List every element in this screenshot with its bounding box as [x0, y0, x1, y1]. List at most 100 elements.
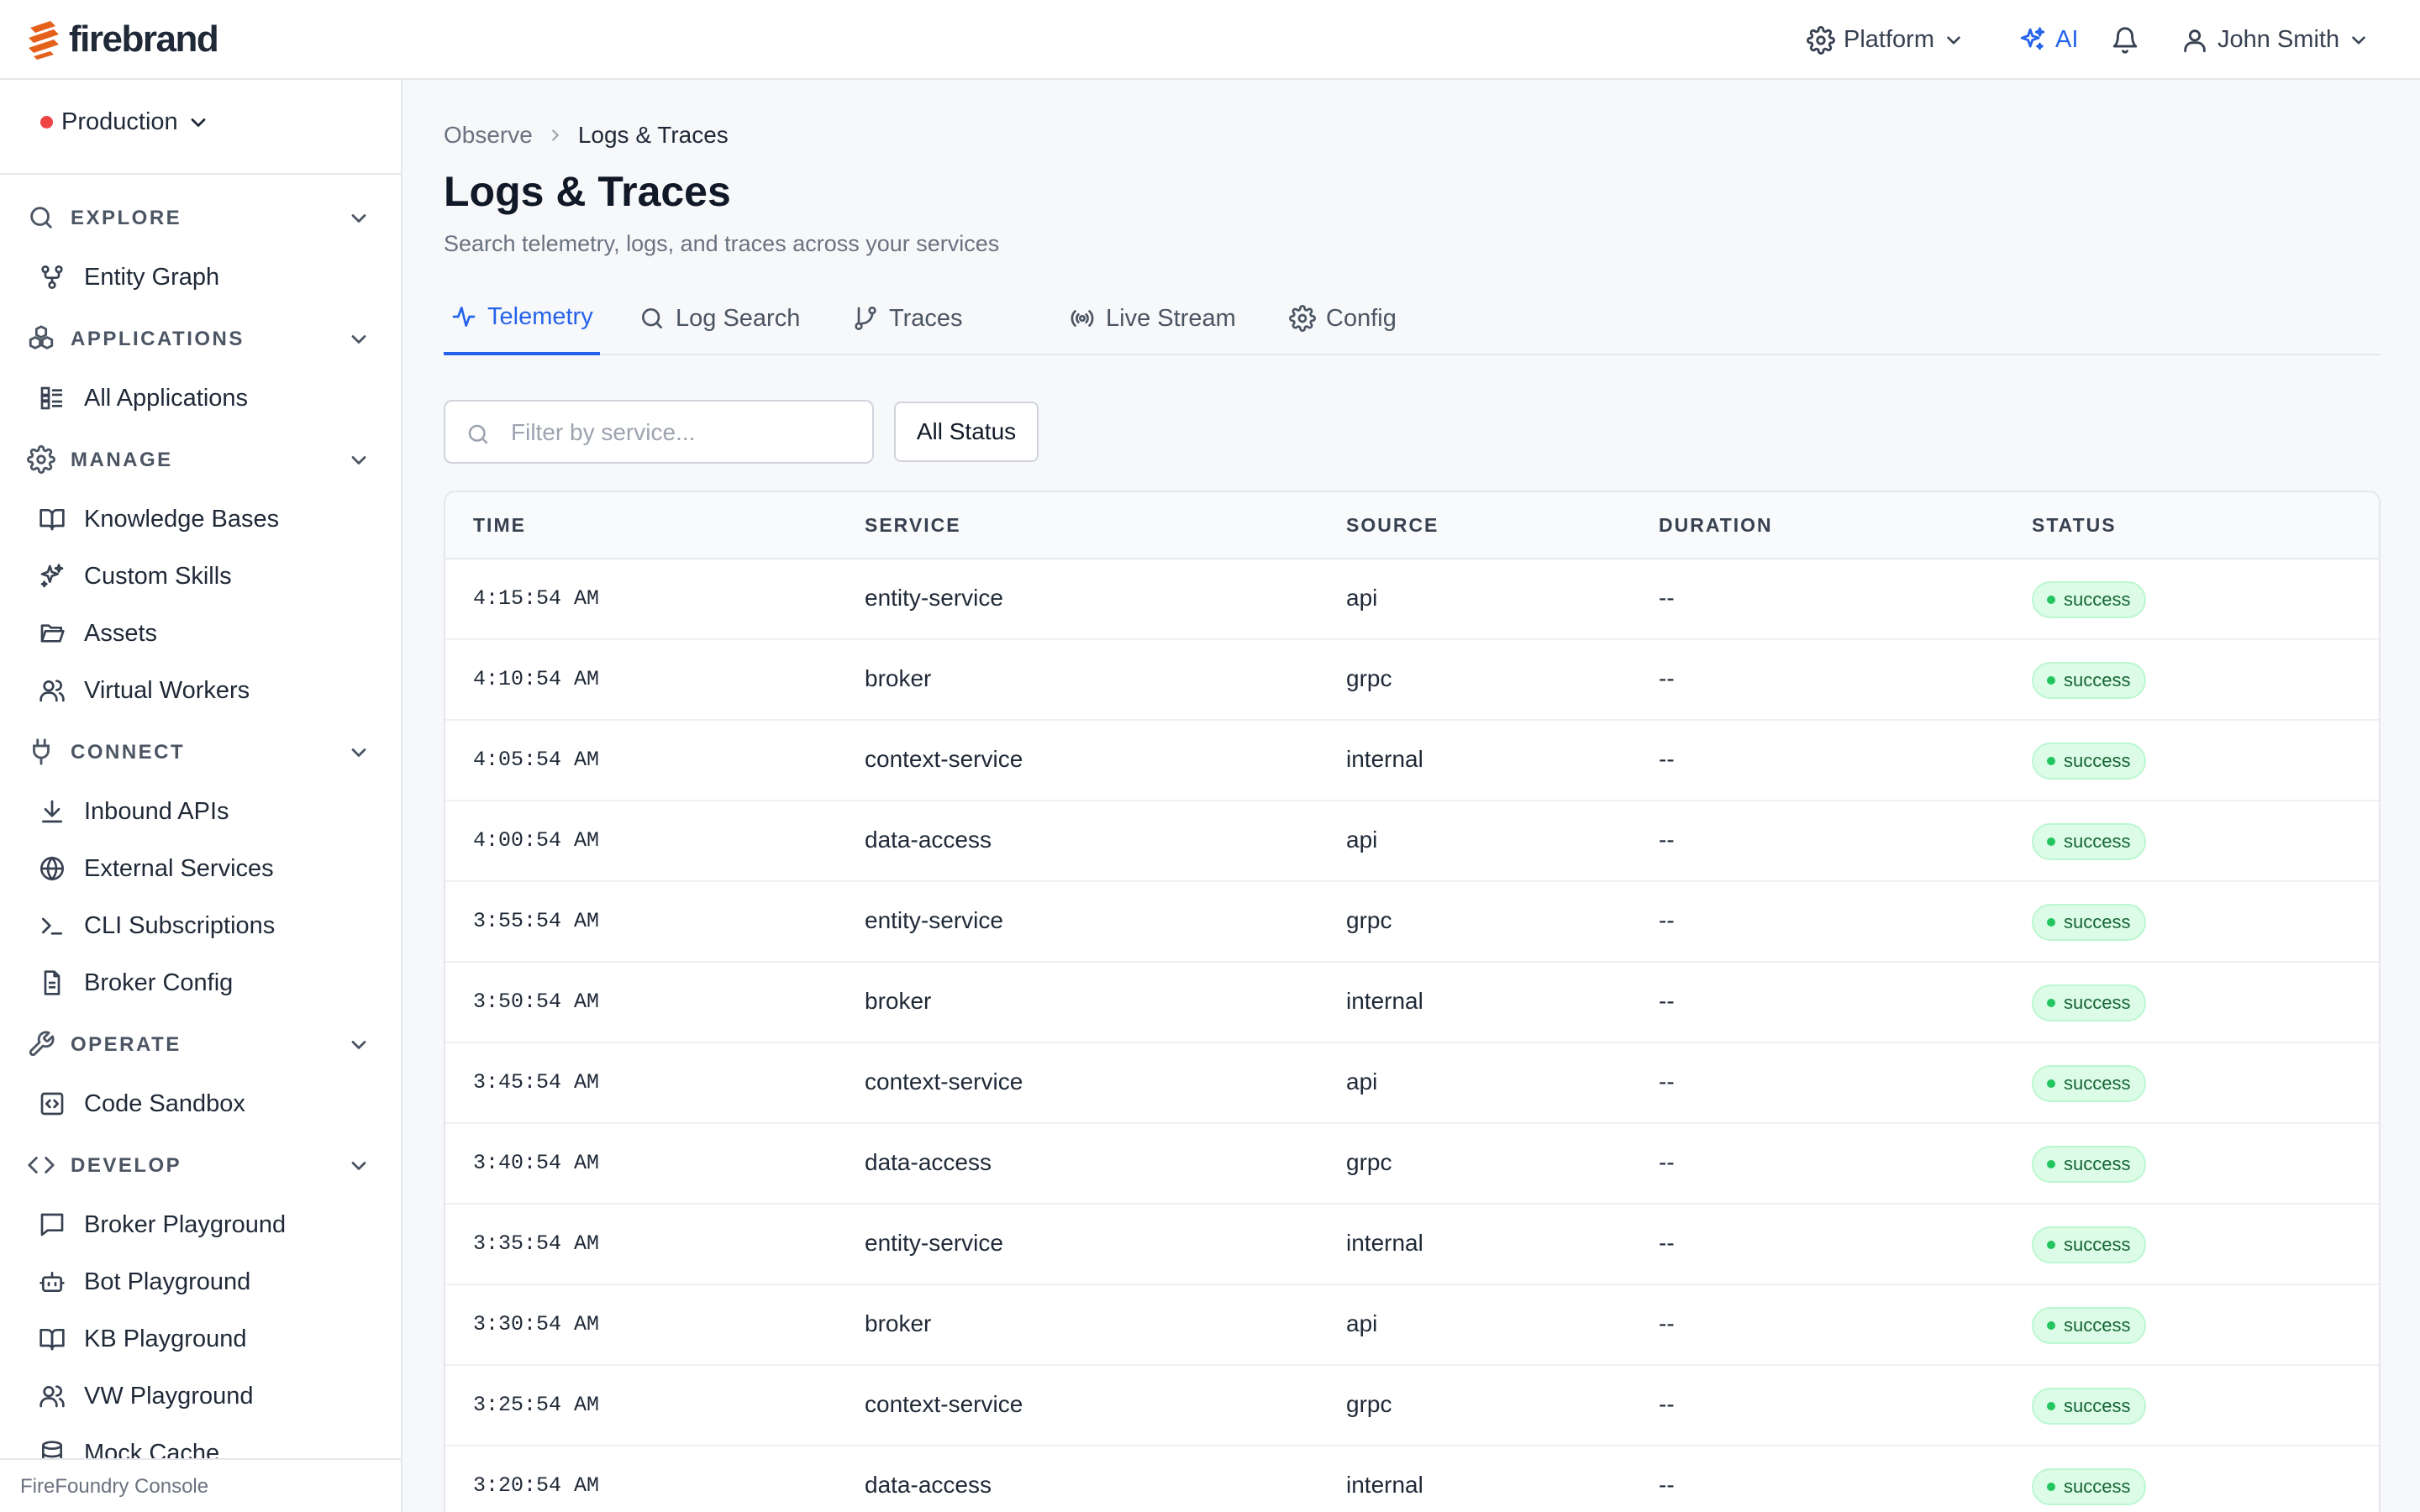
sidebar-item-assets[interactable]: Assets — [0, 607, 401, 658]
cell-time: 3:25:54 AM — [473, 1393, 600, 1417]
sidebar-item-virtual-workers[interactable]: Virtual Workers — [0, 664, 401, 715]
main-content: Observe Logs & Traces Logs & Traces Sear… — [404, 80, 2420, 1512]
sidebar-item-external-services[interactable]: External Services — [0, 843, 401, 893]
column-header-time[interactable]: TIME — [473, 514, 526, 537]
sidebar-item-kb-playground[interactable]: KB Playground — [0, 1313, 401, 1363]
bot-icon — [39, 1272, 65, 1292]
cell-duration: -- — [1659, 827, 1675, 853]
user-menu-button[interactable]: John Smith — [2181, 0, 2370, 80]
chevron-down-icon — [351, 335, 366, 344]
bell-icon — [2112, 27, 2138, 54]
cell-source: internal — [1346, 1472, 1423, 1498]
nav-section-develop[interactable]: DEVELOP — [0, 1139, 401, 1189]
table-row[interactable]: 3:25:54 AM context-service grpc -- success — [445, 1366, 2379, 1446]
chevron-down-icon — [351, 1041, 366, 1049]
platform-label: Platform — [1844, 26, 1934, 53]
sidebar-footer: FireFoundry Console — [0, 1458, 401, 1512]
tab-label: Live Stream — [1106, 304, 1236, 332]
table-row[interactable]: 4:05:54 AM context-service internal -- succe… — [445, 721, 2379, 801]
nav-section-connect[interactable]: CONNECT — [0, 726, 401, 776]
nav-section-label: APPLICATIONS — [71, 328, 245, 350]
cell-service: entity-service — [865, 585, 1003, 611]
breadcrumb-observe-link[interactable]: Observe — [444, 122, 533, 149]
table-row[interactable]: 3:35:54 AM entity-service internal -- succes… — [445, 1205, 2379, 1285]
cell-source: grpc — [1346, 907, 1392, 933]
status-badge-label: success — [2064, 911, 2131, 932]
column-header-source[interactable]: SOURCE — [1346, 514, 1439, 537]
table-row[interactable]: 3:40:54 AM data-access grpc -- success — [445, 1124, 2379, 1205]
table-row[interactable]: 3:30:54 AM broker api -- success — [445, 1285, 2379, 1366]
tab-config[interactable]: Config — [1289, 281, 1397, 355]
ai-button[interactable]: AI — [2018, 0, 2078, 80]
status-badge-label: success — [2064, 831, 2131, 852]
cell-source: internal — [1346, 746, 1423, 772]
status-badge: success — [2032, 1468, 2146, 1505]
nav-section-operate[interactable]: OPERATE — [0, 1018, 401, 1068]
search-icon — [642, 308, 662, 328]
sidebar-item-custom-skills[interactable]: Custom Skills — [0, 550, 401, 601]
cell-duration: -- — [1659, 665, 1675, 691]
sparkles-icon — [40, 564, 64, 588]
sidebar-item-label: Bot Playground — [84, 1268, 251, 1295]
chevron-down-icon — [1947, 35, 1960, 45]
notifications-button[interactable] — [2111, 0, 2139, 80]
nav-section-applications[interactable]: APPLICATIONS — [0, 312, 401, 363]
table-row[interactable]: 3:50:54 AM broker internal -- success — [445, 963, 2379, 1043]
environment-select[interactable]: Production — [40, 108, 210, 136]
tab-label: Traces — [889, 304, 963, 332]
sidebar-item-label: Custom Skills — [84, 563, 232, 590]
user-icon — [2184, 29, 2206, 52]
table-row[interactable]: 4:10:54 AM broker grpc -- success — [445, 640, 2379, 721]
tab-label: Telemetry — [487, 302, 593, 330]
cell-source: api — [1346, 585, 1378, 611]
status-badge-label: success — [2064, 1395, 2131, 1416]
sidebar: Production EXPLORE Entity Graph APPLICAT… — [0, 80, 402, 1512]
platform-menu-button[interactable]: Platform — [1807, 0, 1965, 80]
sidebar-item-code-sandbox[interactable]: Code Sandbox — [0, 1078, 401, 1128]
table-row[interactable]: 3:20:54 AM data-access internal -- success — [445, 1446, 2379, 1512]
nav-section-label: CONNECT — [71, 741, 186, 764]
cell-time: 4:00:54 AM — [473, 828, 600, 853]
status-dot — [2047, 1321, 2055, 1330]
firebrand-logo-icon — [29, 21, 59, 60]
table-row[interactable]: 4:00:54 AM data-access api -- success — [445, 801, 2379, 882]
sidebar-item-knowledge-bases[interactable]: Knowledge Bases — [0, 493, 401, 543]
status-badge: success — [2032, 1226, 2146, 1263]
table-row[interactable]: 4:15:54 AM entity-service api -- success — [445, 559, 2379, 640]
sidebar-item-broker-config[interactable]: Broker Config — [0, 957, 401, 1007]
nav-section-manage[interactable]: MANAGE — [0, 433, 401, 484]
service-filter-input[interactable] — [511, 413, 855, 452]
table-row[interactable]: 3:55:54 AM entity-service grpc -- success — [445, 882, 2379, 963]
table-row[interactable]: 3:45:54 AM context-service api -- success — [445, 1043, 2379, 1124]
sidebar-item-all-applications[interactable]: All Applications — [0, 372, 401, 423]
sidebar-item-cli-subscriptions[interactable]: CLI Subscriptions — [0, 900, 401, 950]
column-header-duration[interactable]: DURATION — [1659, 514, 1773, 537]
sidebar-item-broker-playground[interactable]: Broker Playground — [0, 1199, 401, 1249]
cell-service: entity-service — [865, 907, 1003, 933]
nav-section-explore[interactable]: EXPLORE — [0, 192, 401, 242]
status-badge-label: success — [2064, 1073, 2131, 1094]
status-badge: success — [2032, 1146, 2146, 1183]
status-filter-select[interactable]: All Status — [894, 402, 1039, 462]
sidebar-item-inbound-apis[interactable]: Inbound APIs — [0, 785, 401, 836]
tab-telemetry[interactable]: Telemetry — [444, 281, 600, 355]
cubes-icon — [29, 325, 54, 349]
nav-section-label: OPERATE — [71, 1033, 182, 1056]
column-header-service[interactable]: SERVICE — [865, 514, 961, 537]
nav-section-label: DEVELOP — [71, 1154, 182, 1177]
column-header-status[interactable]: STATUS — [2032, 514, 2117, 537]
tab-log-search[interactable]: Log Search — [639, 281, 800, 355]
sidebar-item-entity-graph[interactable]: Entity Graph — [0, 251, 401, 302]
globe-icon — [40, 856, 64, 881]
brand-logo[interactable]: firebrand — [25, 18, 219, 60]
tab-traces[interactable]: Traces — [852, 281, 963, 355]
book-icon — [39, 1329, 65, 1351]
cell-source: api — [1346, 1310, 1378, 1336]
sidebar-item-vw-playground[interactable]: VW Playground — [0, 1370, 401, 1420]
cell-time: 3:40:54 AM — [473, 1151, 600, 1175]
cell-duration: -- — [1659, 1310, 1675, 1336]
tab-live-stream[interactable]: Live Stream — [1069, 281, 1236, 355]
chevron-down-icon — [351, 748, 366, 757]
sidebar-item-bot-playground[interactable]: Bot Playground — [0, 1256, 401, 1306]
cell-duration: -- — [1659, 907, 1675, 933]
